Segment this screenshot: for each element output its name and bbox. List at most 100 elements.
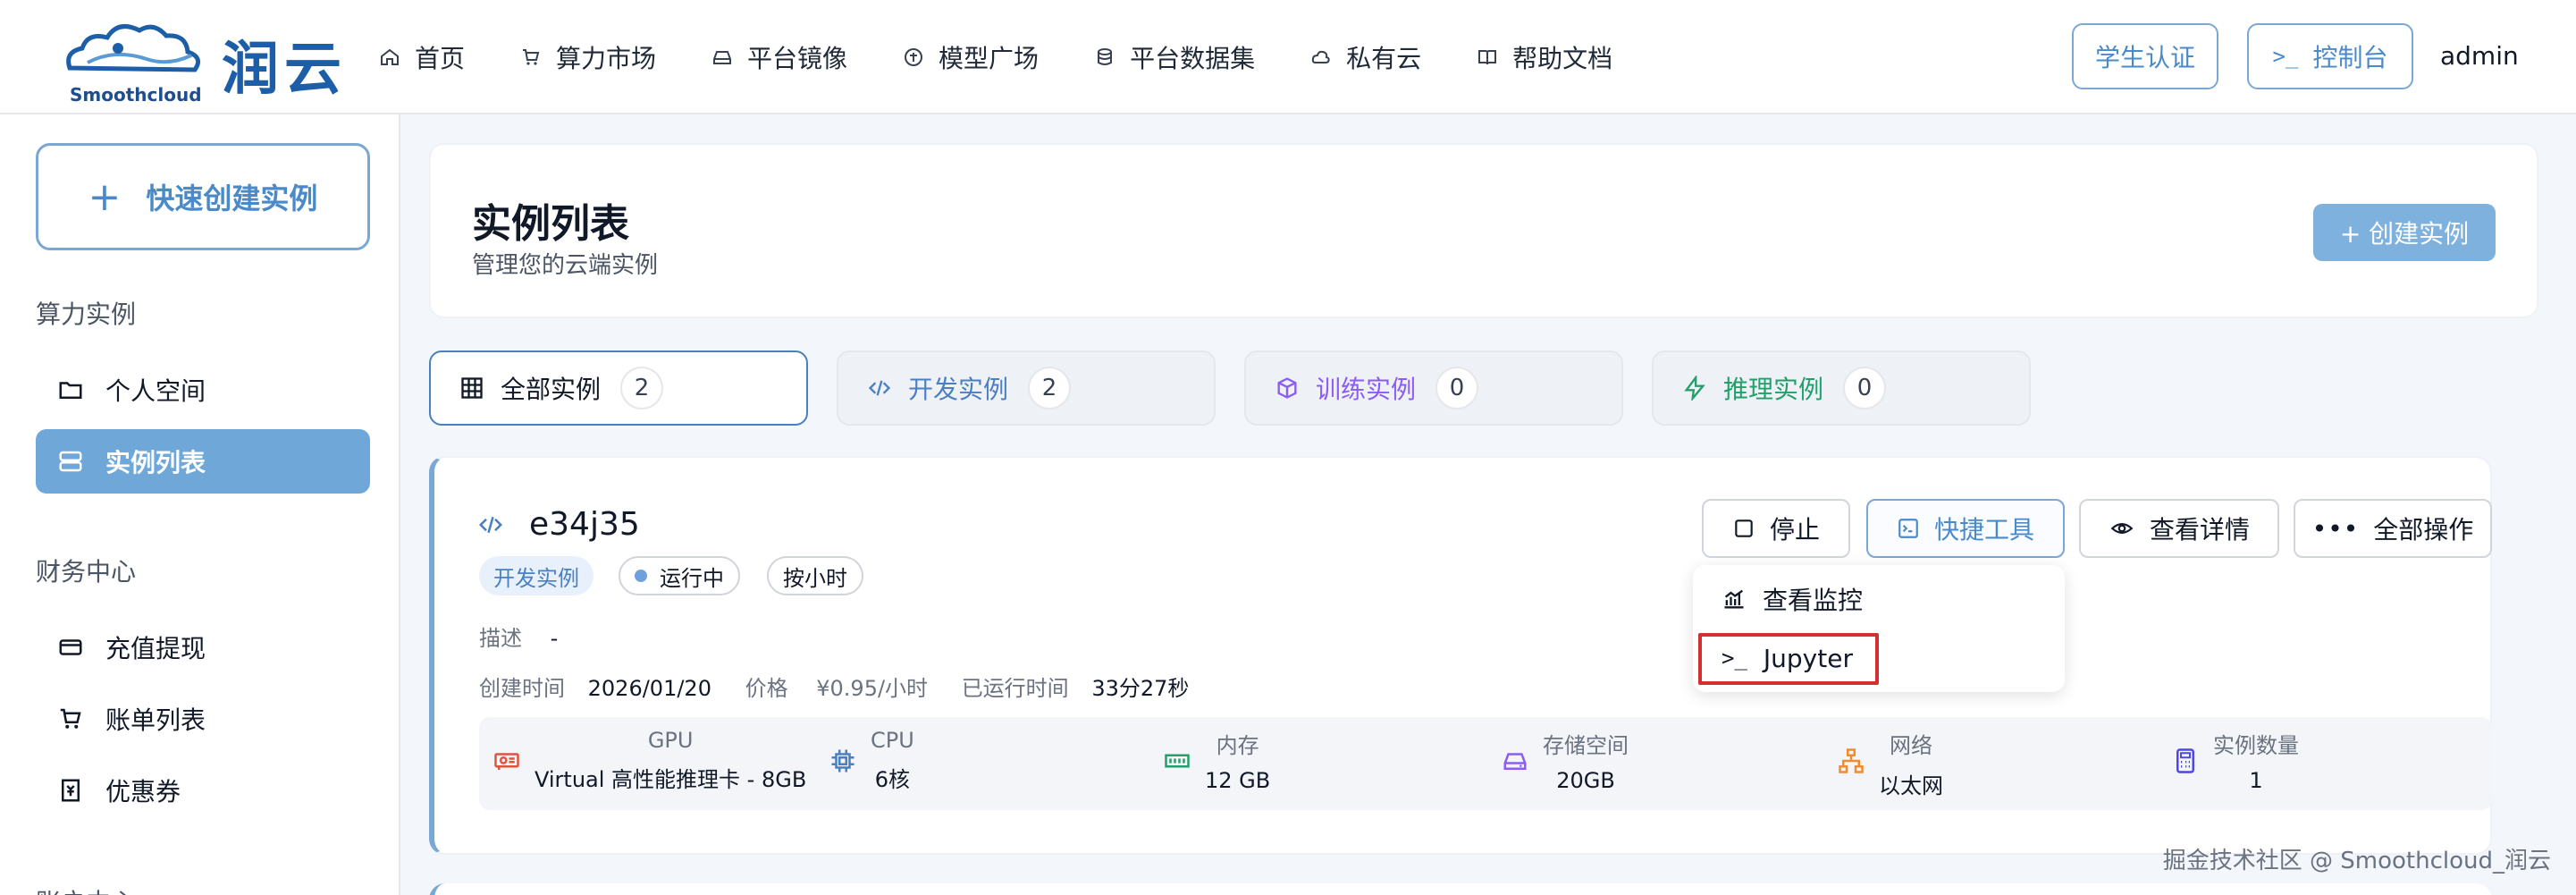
instance-name[interactable]: e34j35 [529, 506, 640, 543]
spec-gpu: GPU Virtual 高性能推理卡 - 8GB [493, 728, 806, 793]
nav-item-help[interactable]: 帮助文档 [1477, 39, 1612, 75]
spec-network: 网络 以太网 [1838, 728, 1943, 799]
tab-training-instances[interactable]: 训练实例 0 [1244, 350, 1623, 426]
sidebar-item-personal-space[interactable]: 个人空间 [36, 358, 370, 422]
tab-all-instances[interactable]: 全部实例 2 [429, 350, 808, 426]
tab-label: 开发实例 [908, 375, 1009, 404]
code-icon [868, 380, 891, 396]
tab-label: 全部实例 [501, 375, 602, 404]
memory-icon [1165, 754, 1190, 768]
user-menu[interactable]: admin [2440, 41, 2519, 71]
type-badge: 开发实例 [479, 556, 593, 595]
nav-item-private-cloud[interactable]: 私有云 [1310, 39, 1421, 75]
nav-item-images[interactable]: 平台镜像 [711, 39, 847, 75]
view-details-button[interactable]: 查看详情 [2079, 499, 2279, 558]
console-button[interactable]: >_ 控制台 [2247, 23, 2413, 89]
stop-button[interactable]: 停止 [1702, 499, 1850, 558]
nav-item-label: 平台数据集 [1130, 44, 1256, 73]
nav-item-label: 模型广场 [939, 44, 1040, 73]
view-details-label: 查看详情 [2149, 515, 2250, 545]
nav-item-label: 帮助文档 [1512, 44, 1613, 73]
database-icon [1098, 48, 1113, 65]
nav-item-models[interactable]: 模型广场 [903, 39, 1039, 75]
tab-count: 2 [1028, 367, 1072, 410]
brand-logo[interactable]: Smoothcloud 润云 [61, 13, 356, 106]
console-label: 控制台 [2312, 43, 2388, 72]
quick-tools-button[interactable]: 快捷工具 [1866, 499, 2065, 558]
menu-item-label: 查看监控 [1763, 586, 1864, 615]
quick-create-label: 快速创建实例 [146, 182, 318, 215]
sidebar-item-label: 实例列表 [105, 448, 206, 477]
sidebar-item-bills[interactable]: 账单列表 [36, 687, 370, 751]
cart-icon [60, 708, 81, 729]
sidebar-item-coupons[interactable]: 优惠券 [36, 758, 370, 823]
storage-icon [1503, 753, 1527, 770]
info-row: 创建时间 2026/01/20 价格 ¥0.95/小时 已运行时间 33分27秒 [479, 671, 1189, 702]
stop-icon [1735, 519, 1753, 537]
nav-item-home[interactable]: 首页 [379, 39, 465, 75]
top-header: Smoothcloud 润云 首页 算力市场 平台镜像 模型广场 平台数据集 私… [0, 0, 2576, 114]
description-label: 描述 [479, 626, 522, 651]
gpu-icon [494, 753, 519, 770]
lightning-icon [1684, 376, 1705, 401]
spec-value: 以太网 [1879, 773, 1943, 798]
book-icon [1478, 50, 1497, 65]
spec-label: 存储空间 [1543, 733, 1629, 758]
cube-icon [1277, 377, 1297, 399]
sidebar-item-recharge[interactable]: 充值提现 [36, 615, 370, 680]
terminal-icon: >_ [2272, 44, 2299, 69]
jupyter-highlight-box [1698, 633, 1879, 685]
nav-item-label: 首页 [415, 44, 466, 73]
created-label: 创建时间 [479, 676, 565, 701]
brand-name-cn: 润云 [222, 37, 347, 103]
cloud-icon [1311, 50, 1330, 63]
description-value: - [550, 626, 559, 651]
sidebar-item-label: 优惠券 [105, 777, 181, 806]
sidebar-item-label: 账单列表 [105, 705, 206, 735]
cloud-logo-icon [66, 24, 201, 72]
sidebar-item-instance-list[interactable]: 实例列表 [36, 429, 370, 494]
status-badge: 运行中 [619, 556, 740, 595]
sidebar-section-compute: 算力实例 [36, 300, 137, 329]
chart-icon [1724, 589, 1744, 609]
spec-value: Virtual 高性能推理卡 - 8GB [535, 767, 807, 792]
quick-create-button[interactable]: + 快速创建实例 [36, 143, 370, 250]
tab-label: 推理实例 [1723, 375, 1824, 404]
tab-inference-instances[interactable]: 推理实例 0 [1652, 350, 2031, 426]
tab-count: 2 [620, 367, 664, 410]
create-instance-button[interactable]: + 创建实例 [2313, 204, 2496, 261]
description-row: 描述 - [479, 621, 558, 652]
sidebar-item-label: 充值提现 [105, 634, 206, 663]
coupon-icon [62, 779, 80, 802]
drive-icon [713, 51, 732, 64]
credit-card-icon [59, 639, 82, 655]
home-icon [381, 48, 399, 65]
spec-value: 20GB [1556, 768, 1615, 793]
billing-badge: 按小时 [767, 556, 863, 595]
folder-icon [59, 382, 82, 399]
tab-dev-instances[interactable]: 开发实例 2 [837, 350, 1216, 426]
page-title: 实例列表 [472, 201, 629, 247]
sidebar-item-label: 个人空间 [105, 376, 206, 406]
instance-card-next [429, 883, 2492, 895]
spec-label: 网络 [1890, 733, 1932, 758]
menu-item-monitor[interactable]: 查看监控 [1722, 574, 1863, 624]
spec-memory: 内存 12 GB [1164, 728, 1270, 793]
all-operations-label: 全部操作 [2373, 515, 2474, 545]
brand-name-en: Smoothcloud [70, 84, 202, 106]
student-auth-button[interactable]: 学生认证 [2072, 23, 2218, 89]
price-value: ¥0.95/小时 [816, 676, 929, 701]
page-header-panel [429, 143, 2538, 318]
tab-label: 训练实例 [1316, 375, 1417, 404]
model-icon [905, 48, 923, 66]
nav-item-label: 平台镜像 [747, 44, 848, 73]
spec-value: 1 [2249, 768, 2263, 793]
nav-item-label: 私有云 [1346, 44, 1422, 73]
quick-tools-label: 快捷工具 [1933, 515, 2034, 545]
nav-item-datasets[interactable]: 平台数据集 [1094, 39, 1255, 75]
all-operations-button[interactable]: ••• 全部操作 [2294, 499, 2492, 558]
grid-icon [461, 377, 483, 399]
sidebar-section-finance: 财务中心 [36, 557, 137, 587]
nav-item-market[interactable]: 算力市场 [520, 39, 656, 75]
eye-icon [2110, 523, 2134, 534]
